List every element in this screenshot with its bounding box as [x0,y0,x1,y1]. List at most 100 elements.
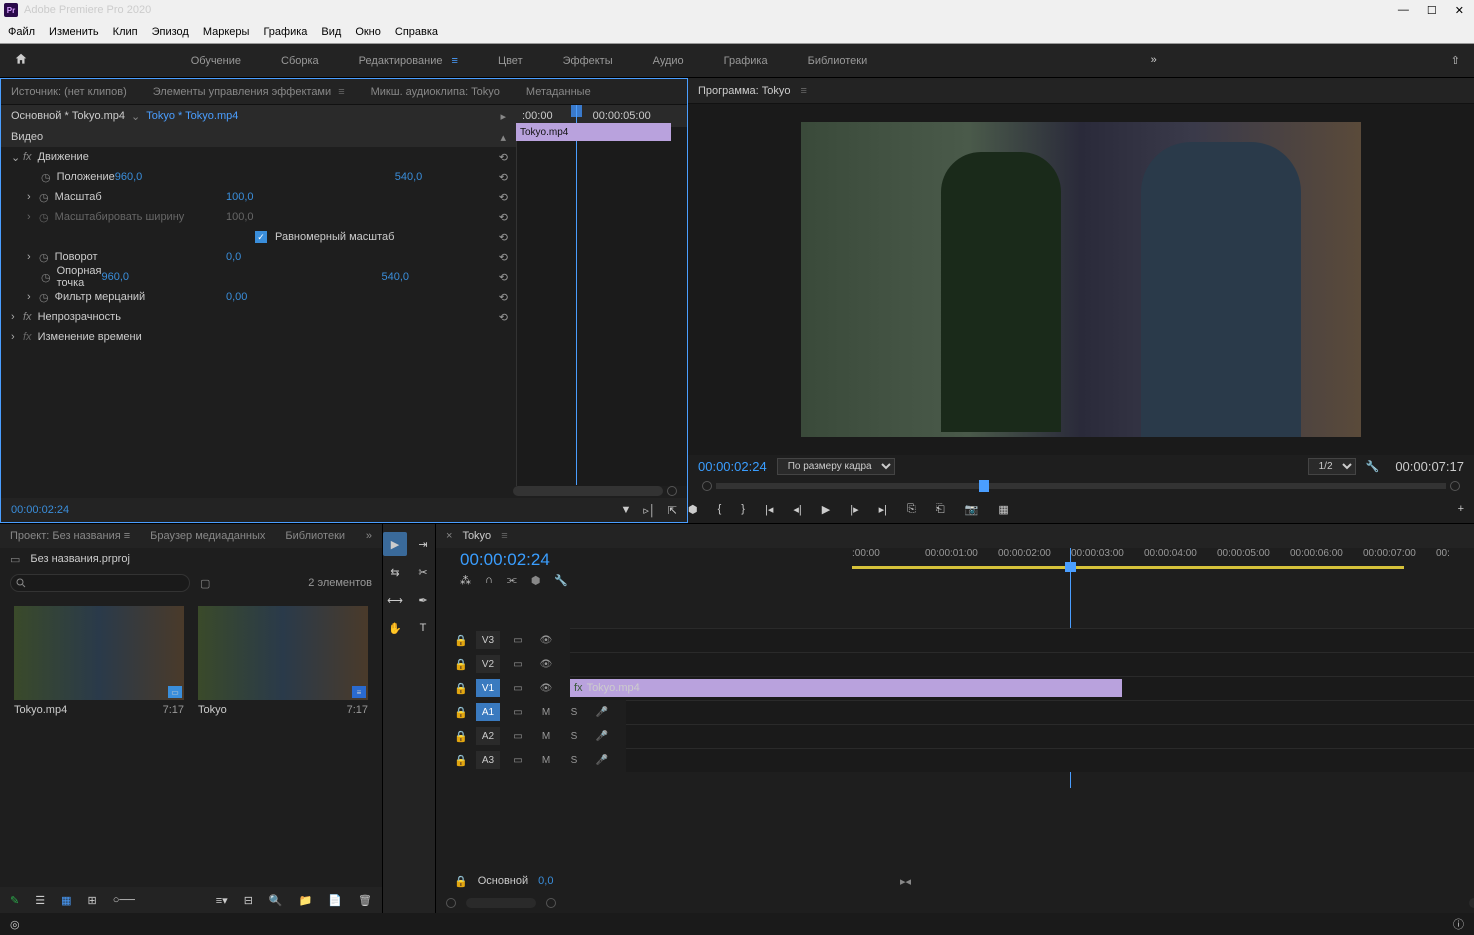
scrollbar-vertical[interactable] [1469,898,1474,908]
hamburger-icon[interactable]: ≡ [448,55,457,67]
track-label[interactable]: V1 [476,679,500,697]
add-button-icon[interactable]: + [1458,503,1464,515]
scrub-start-icon[interactable] [702,481,712,491]
close-tab-icon[interactable]: × [446,530,452,542]
lock-icon[interactable]: 🔒 [454,706,468,719]
play-icon[interactable]: ▶ [822,503,830,516]
tab-effect-controls[interactable]: Элементы управления эффектами ≡ [153,86,345,98]
timeline-clip[interactable]: fxTokyo.mp4 [570,679,1122,697]
anchor-y[interactable]: 540,0 [382,271,432,283]
marker-icon[interactable]: ⬢ [531,574,541,587]
chevron-right-icon[interactable]: › [27,291,39,303]
lock-icon[interactable]: 🔒 [454,682,468,695]
go-to-in-icon[interactable]: |◂ [765,503,773,516]
ws-editing[interactable]: Редактирование ≡ [359,55,458,67]
lock-icon[interactable]: 🔒 [454,634,468,647]
anchor-x[interactable]: 960,0 [102,271,152,283]
hamburger-icon[interactable]: ≡ [124,530,130,542]
overflow-icon[interactable]: » [366,530,372,542]
lift-icon[interactable]: ⎘ [907,503,916,516]
ws-assembly[interactable]: Сборка [281,55,319,67]
menu-view[interactable]: Вид [321,26,341,38]
cc-icon[interactable]: ◎ [10,918,20,931]
scrub-handle[interactable] [979,480,989,492]
wrench-icon[interactable]: 🔧 [554,574,568,587]
play-icon[interactable]: ▸ [500,110,506,123]
time-remapping-label[interactable]: Изменение времени [38,331,142,343]
sync-lock-icon[interactable]: ▭ [508,680,528,696]
menu-graphics[interactable]: Графика [263,26,307,38]
info-icon[interactable]: ⓘ [1453,916,1464,932]
overflow-icon[interactable]: » [1151,54,1157,67]
mask-icon[interactable]: ▹│ [643,504,655,517]
reset-icon[interactable]: ⟲ [499,271,508,284]
zoom-slider[interactable] [466,898,536,908]
program-viewer[interactable] [688,104,1474,455]
scrub-bar[interactable] [716,483,1446,489]
timeline-ruler[interactable]: :00:00 00:00:01:00 00:00:02:00 00:00:03:… [852,548,1474,572]
mute-icon[interactable]: M [536,728,556,744]
pencil-icon[interactable]: ✎ [10,894,19,907]
hand-tool-icon[interactable]: ✋ [383,616,407,640]
stopwatch-icon[interactable]: ◷ [39,191,49,204]
hamburger-icon[interactable]: ≡ [335,86,344,98]
menu-sequence[interactable]: Эпизод [152,26,189,38]
ws-learning[interactable]: Обучение [191,55,241,67]
sort-icon[interactable]: ≡▾ [216,894,228,907]
linked-selection-icon[interactable]: ⫘ [507,574,517,587]
menu-window[interactable]: Окно [355,26,381,38]
motion-label[interactable]: Движение [38,151,89,163]
selection-tool-icon[interactable]: ▶ [383,532,407,556]
tab-project[interactable]: Проект: Без названия ≡ [10,530,130,542]
track-lane[interactable] [626,700,1474,724]
maximize-button[interactable]: ☐ [1427,4,1437,17]
tab-metadata[interactable]: Метаданные [526,86,591,98]
menu-help[interactable]: Справка [395,26,438,38]
chevron-down-icon[interactable]: ⌄ [131,110,140,123]
voiceover-icon[interactable]: 🎤 [592,752,612,768]
hamburger-icon[interactable]: ≡ [501,530,507,542]
lock-icon[interactable]: 🔒 [454,730,468,743]
step-forward-icon[interactable]: |▸ [850,503,858,516]
reset-icon[interactable]: ⟲ [499,311,508,324]
reset-icon[interactable]: ⟲ [499,251,508,264]
chevron-right-icon[interactable]: › [27,251,39,263]
sync-lock-icon[interactable]: ▭ [508,632,528,648]
stopwatch-icon[interactable]: ◷ [39,251,49,264]
track-label[interactable]: V3 [476,631,500,649]
home-icon[interactable] [14,52,32,70]
uniform-scale-checkbox[interactable]: ✓ [255,231,267,243]
ws-libraries[interactable]: Библиотеки [808,55,868,67]
scale-value[interactable]: 100,0 [226,191,276,203]
extract-icon[interactable]: ⎗ [936,503,945,516]
flicker-value[interactable]: 0,00 [226,291,276,303]
menu-edit[interactable]: Изменить [49,26,99,38]
program-tab[interactable]: Программа: Tokyo [698,85,790,97]
master-value[interactable]: 0,0 [538,875,553,887]
track-label[interactable]: A1 [476,703,500,721]
scrub-end-icon[interactable] [1450,481,1460,491]
razor-tool-icon[interactable]: ✂ [411,560,435,584]
lock-icon[interactable]: 🔒 [454,658,468,671]
track-label[interactable]: V2 [476,655,500,673]
chevron-right-icon[interactable]: › [11,331,23,343]
reset-icon[interactable]: ⟲ [499,171,508,184]
mute-icon[interactable]: M [536,704,556,720]
wrench-icon[interactable]: 🔧 [1366,460,1380,473]
menu-clip[interactable]: Клип [113,26,138,38]
comparison-icon[interactable]: ▦ [998,503,1008,516]
position-y[interactable]: 540,0 [395,171,445,183]
search-input[interactable] [10,574,190,592]
track-lane[interactable] [570,652,1474,676]
snap-icon[interactable]: ⁂ [460,574,471,587]
chevron-down-icon[interactable]: ⌄ [11,151,23,164]
fit-dropdown[interactable]: По размеру кадра [777,458,895,475]
chevron-up-icon[interactable]: ▴ [500,131,506,144]
track-label[interactable]: A3 [476,751,500,769]
tab-source[interactable]: Источник: (нет клипов) [11,86,127,98]
sync-lock-icon[interactable]: ▭ [508,728,528,744]
effect-timeline[interactable] [516,127,687,486]
scroll-end-icon[interactable] [667,486,677,496]
ws-color[interactable]: Цвет [498,55,523,67]
work-area-bar[interactable] [852,566,1404,569]
